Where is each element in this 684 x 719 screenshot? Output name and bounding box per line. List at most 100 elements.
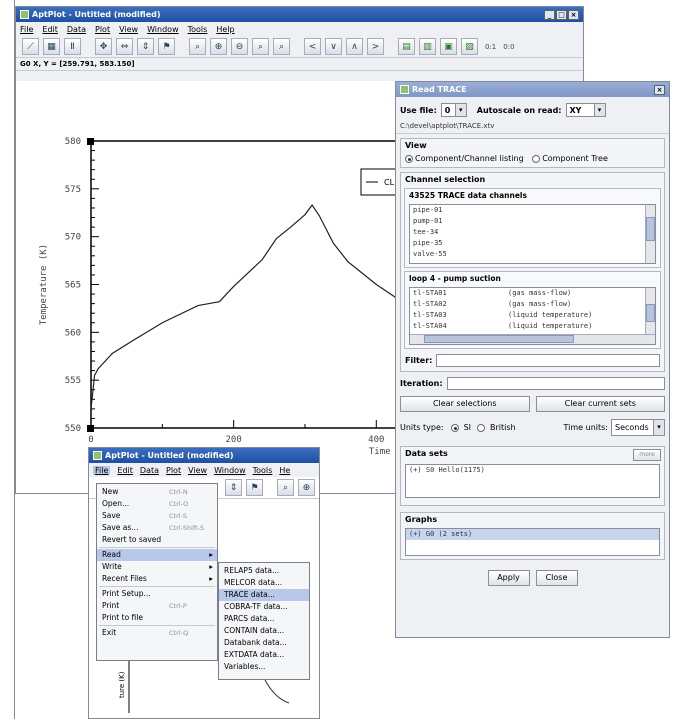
autoscale-x-icon[interactable]: ⇔	[116, 38, 133, 55]
variable-hscroll[interactable]	[410, 334, 655, 344]
channel-scrollbar[interactable]	[645, 205, 655, 263]
legend-icon[interactable]: ⚑	[246, 479, 263, 496]
menu-view[interactable]: View	[188, 466, 207, 475]
autoscale-y-icon[interactable]: ⇕	[225, 479, 242, 496]
menu-file[interactable]: File	[20, 25, 33, 34]
menu-help[interactable]: Help	[216, 25, 234, 34]
zoom-in-icon[interactable]: ⊕	[210, 38, 227, 55]
list-item[interactable]: pipe-01	[410, 205, 655, 216]
list-item[interactable]: pump-01	[410, 216, 655, 227]
menu-tools[interactable]: Tools	[253, 466, 273, 475]
read-submenu-item[interactable]: TRACE data...	[219, 589, 309, 601]
list-item[interactable]: (+) G0 (2 sets)	[406, 529, 659, 540]
file-menu-item-save[interactable]: Save Ctrl-S	[97, 510, 217, 522]
menu-tools[interactable]: Tools	[188, 25, 208, 34]
read-submenu-item[interactable]: RELAP5 data...	[219, 565, 309, 577]
read-submenu-item[interactable]: PARCS data...	[219, 613, 309, 625]
radio-units-british[interactable]	[477, 423, 485, 432]
list-item[interactable]: tee-34	[410, 227, 655, 238]
scroll-up-icon[interactable]: ∧	[346, 38, 363, 55]
channel-list[interactable]: pipe-01 pump-01 tee-34 pipe-35 valve-55	[409, 204, 656, 264]
file-menu-item-write[interactable]: Write ▸	[97, 561, 217, 573]
read-submenu-item[interactable]: MELCOR data...	[219, 577, 309, 589]
menu-data[interactable]: Data	[67, 25, 86, 34]
menu-edit[interactable]: Edit	[42, 25, 58, 34]
zoom-icon[interactable]: ⌕	[277, 479, 294, 496]
list-item[interactable]: pipe-35	[410, 238, 655, 249]
scroll-left-icon[interactable]: <	[304, 38, 321, 55]
menu-window[interactable]: Window	[214, 466, 246, 475]
properties-icon[interactable]: ▧	[461, 38, 478, 55]
variable-list[interactable]: tl-STA01 (gas mass-flow) tl-STA02 (gas mas…	[409, 287, 656, 345]
file-menu-item-print-to-file[interactable]: Print to file	[97, 612, 217, 624]
zoom-in-icon[interactable]: ⊕	[298, 479, 315, 496]
autoscale-icon[interactable]: ✥	[95, 38, 112, 55]
data-sets-list[interactable]: (+) S0 Hello(1175)	[405, 464, 660, 498]
draw-icon[interactable]: ⟋	[22, 38, 39, 55]
menu-window[interactable]: Window	[147, 25, 179, 34]
table-row[interactable]: tl-STA03 (liquid temperature)	[410, 310, 655, 321]
scroll-right-icon[interactable]: >	[367, 38, 384, 55]
filter-input[interactable]	[436, 354, 660, 367]
read-submenu-item[interactable]: Databank data...	[219, 637, 309, 649]
time-units-select[interactable]: Seconds ▾	[611, 419, 665, 436]
graph-icon[interactable]: ▤	[398, 38, 415, 55]
pause-icon[interactable]: Ⅱ	[64, 38, 81, 55]
use-file-select[interactable]: 0 ▾	[440, 103, 467, 117]
table-row[interactable]: tl-STA04 (liquid temperature)	[410, 321, 655, 332]
menu-plot[interactable]: Plot	[95, 25, 110, 34]
legend-icon[interactable]: ⚑	[158, 38, 175, 55]
grid-icon[interactable]: ▦	[43, 38, 60, 55]
menu-edit[interactable]: Edit	[117, 466, 133, 475]
dialog-close-icon[interactable]: ×	[654, 84, 665, 95]
table-row[interactable]: tl-STA02 (gas mass-flow)	[410, 299, 655, 310]
file-menu-item-print-setup[interactable]: Print Setup...	[97, 588, 217, 600]
variable-vscroll[interactable]	[645, 288, 655, 334]
read-submenu-item[interactable]: Variables...	[219, 661, 309, 673]
print-icon[interactable]: ▥	[419, 38, 436, 55]
menu-plot[interactable]: Plot	[166, 466, 181, 475]
file-menu-item-revert-to-saved[interactable]: Revert to saved	[97, 534, 217, 546]
maximize-icon[interactable]: □	[556, 9, 567, 20]
radio-units-si[interactable]	[450, 423, 459, 432]
read-submenu-item[interactable]: COBRA-TF data...	[219, 601, 309, 613]
var-name: tl-STA04	[413, 322, 447, 330]
menu-help[interactable]: He	[279, 466, 290, 475]
file-menu-item-recent-files[interactable]: Recent Files ▸	[97, 573, 217, 585]
radio-component-tree[interactable]	[532, 154, 541, 163]
zoom-x-icon[interactable]: ⌕	[252, 38, 269, 55]
file-menu-item-exit[interactable]: Exit Ctrl-Q	[97, 627, 217, 639]
read-submenu-item[interactable]: CONTAIN data...	[219, 625, 309, 637]
more-button[interactable]: more	[633, 449, 661, 461]
close-icon[interactable]: ×	[568, 9, 579, 20]
clear-selections-button[interactable]: Clear selections	[400, 396, 530, 412]
menu-data[interactable]: Data	[140, 466, 159, 475]
list-item[interactable]: (+) S0 Hello(1175)	[406, 465, 659, 476]
iteration-input[interactable]	[446, 377, 665, 390]
minimize-icon[interactable]: _	[544, 9, 555, 20]
apply-button[interactable]: Apply	[487, 570, 530, 586]
list-item[interactable]: valve-55	[410, 249, 655, 260]
time-units-label: Time units:	[563, 423, 608, 432]
file-menu-item-new[interactable]: New Ctrl-N	[97, 486, 217, 498]
menu-view[interactable]: View	[119, 25, 138, 34]
file-menu-item-read[interactable]: Read ▸	[97, 549, 217, 561]
menu-separator	[99, 547, 215, 548]
graphs-list[interactable]: (+) G0 (2 sets)	[405, 528, 660, 556]
table-row[interactable]: tl-STA01 (gas mass-flow)	[410, 288, 655, 299]
scroll-down-icon[interactable]: ∨	[325, 38, 342, 55]
autoscale-y-icon[interactable]: ⇕	[137, 38, 154, 55]
close-button[interactable]: Close	[535, 570, 578, 586]
radio-component-listing[interactable]	[405, 154, 413, 163]
zoom-out-icon[interactable]: ⊖	[231, 38, 248, 55]
menu-file-open[interactable]: File	[93, 465, 111, 475]
file-menu-item-print[interactable]: Print Ctrl-P	[97, 600, 217, 612]
clear-current-sets-button[interactable]: Clear current sets	[535, 396, 665, 412]
autoscale-select[interactable]: XY ▾	[565, 103, 606, 117]
file-menu-item-open[interactable]: Open... Ctrl-O	[97, 498, 217, 510]
file-menu-item-save-as[interactable]: Save as... Ctrl-Shift-S	[97, 522, 217, 534]
export-icon[interactable]: ▣	[440, 38, 457, 55]
zoom-icon[interactable]: ⌕	[189, 38, 206, 55]
read-submenu-item[interactable]: EXTDATA data...	[219, 649, 309, 661]
zoom-y-icon[interactable]: ⌕	[273, 38, 290, 55]
